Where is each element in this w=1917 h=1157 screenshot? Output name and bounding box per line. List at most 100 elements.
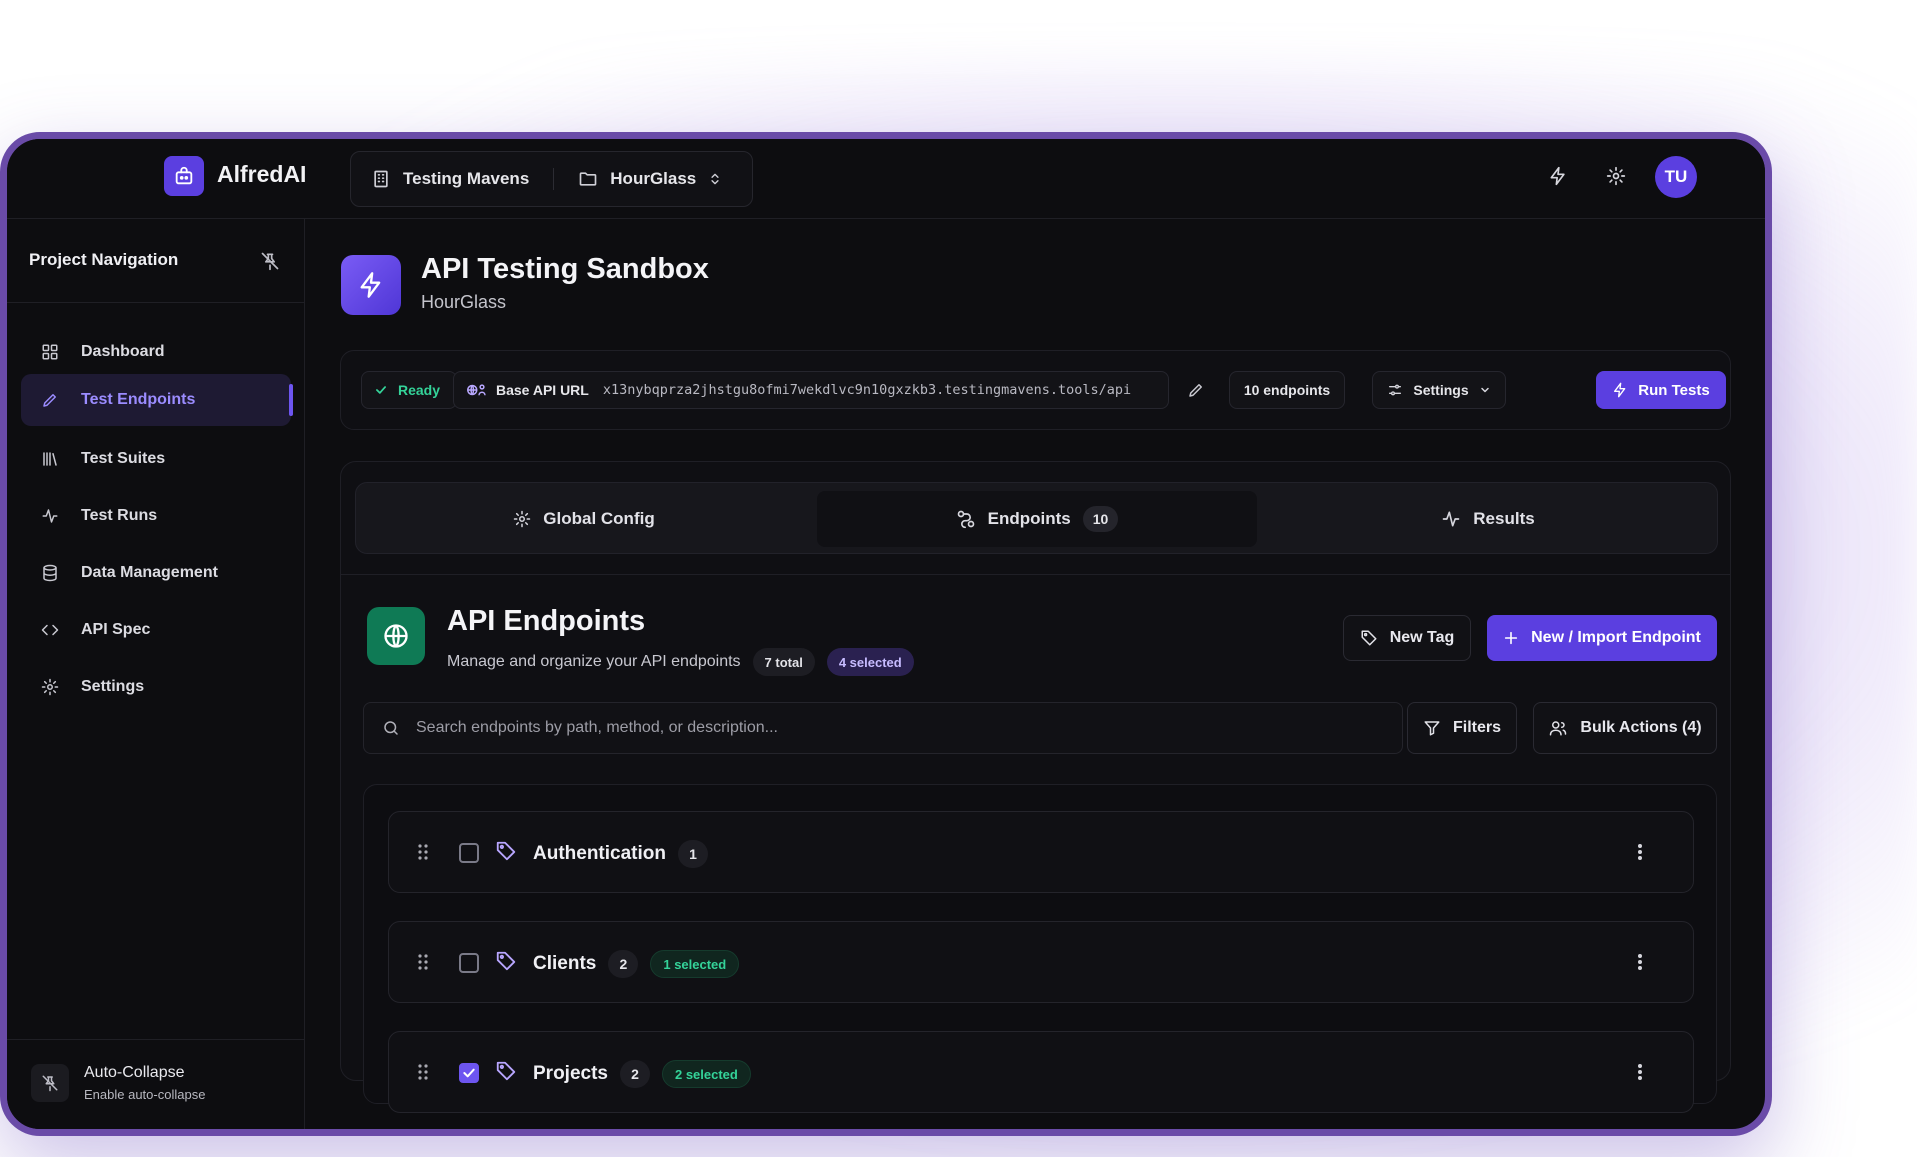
network-icon [466,381,486,399]
section-subtitle-row: Manage and organize your API endpoints 7… [447,648,914,676]
group-name-row: Clients 2 1 selected [533,950,740,978]
page-subtitle: HourGlass [421,292,507,312]
auto-collapse-subtitle: Enable auto-collapse [84,1087,206,1102]
grid-icon [41,343,59,361]
search-input[interactable] [416,719,1402,737]
pencil-icon [1187,381,1205,399]
sidebar-item-test-endpoints[interactable]: Test Endpoints [21,374,293,426]
filters-button[interactable]: Filters [1407,702,1517,754]
page-title: API Testing Sandbox [421,253,709,285]
project-name: HourGlass [610,169,697,188]
sidebar-item-data-management[interactable]: Data Management [21,547,291,599]
user-avatar[interactable]: TU [1655,156,1697,198]
group-row[interactable]: Authentication 1 [388,811,1694,893]
search-field [363,702,1403,754]
group-checkbox[interactable] [459,843,479,863]
settings-label: Settings [1413,382,1469,398]
auto-collapse-toggle[interactable] [31,1064,69,1102]
tab-results[interactable]: Results [1268,491,1708,547]
new-tag-button[interactable]: New Tag [1343,615,1471,661]
base-url-value: x13nybqprza2jhstgu8ofmi7wekdlvc9n10gxzkb… [602,382,1132,398]
drag-handle-icon[interactable] [417,952,429,972]
tab-endpoints[interactable]: Endpoints 10 [817,491,1257,547]
sidebar-item-label: API Spec [81,621,151,638]
project-selector[interactable]: HourGlass [578,169,722,189]
group-count: 1 [678,840,708,868]
sidebar-item-api-spec[interactable]: API Spec [21,604,291,656]
more-vertical-icon[interactable] [1637,842,1643,862]
group-name: Clients [533,953,597,974]
sidebar-header: Project Navigation [7,219,304,303]
more-vertical-icon[interactable] [1637,952,1643,972]
selected-badge: 4 selected [826,648,914,676]
group-row[interactable]: Projects 2 2 selected [388,1031,1694,1113]
sidebar-title: Project Navigation [29,250,179,269]
lightning-icon [341,255,401,315]
pencil-icon [41,391,59,409]
sidebar-item-test-suites[interactable]: Test Suites [21,433,291,485]
brand-name[interactable]: AlfredAI [217,161,306,188]
globe-icon [367,607,425,665]
sidebar-item-test-runs[interactable]: Test Runs [21,490,291,542]
edit-url-button[interactable] [1177,371,1215,409]
pin-off-icon [42,1075,58,1092]
search-icon [382,719,400,737]
ready-label: Ready [398,382,441,398]
library-icon [41,450,59,468]
check-icon [374,383,388,397]
pin-off-icon[interactable] [260,251,280,271]
base-url-field[interactable]: Base API URL x13nybqprza2jhstgu8ofmi7wek… [453,371,1169,409]
group-selected-badge: 2 selected [661,1060,751,1088]
sidebar-item-settings[interactable]: Settings [21,661,291,713]
settings-dropdown[interactable]: Settings [1372,371,1506,409]
drag-handle-icon[interactable] [417,1062,429,1082]
tab-global-config[interactable]: Global Config [364,491,804,547]
plus-icon [1503,630,1519,646]
code-icon [41,621,59,639]
total-badge: 7 total [752,648,815,676]
route-icon [956,509,976,529]
more-vertical-icon[interactable] [1637,1062,1643,1082]
tag-icon [1360,629,1378,647]
brand-logo-icon[interactable] [164,156,204,196]
bulk-actions-button[interactable]: Bulk Actions (4) [1533,702,1717,754]
sidebar-item-label: Test Runs [81,507,158,524]
check-icon [463,1068,475,1078]
status-bar: Ready Base API URL x13nybqprza2jhstgu8of… [340,350,1731,430]
bulk-actions-label: Bulk Actions (4) [1580,719,1702,736]
sliders-icon [1387,382,1403,398]
gear-icon [41,678,59,696]
filters-label: Filters [1452,719,1501,736]
group-row[interactable]: Clients 2 1 selected [388,921,1694,1003]
top-bar: AlfredAI Testing Mavens HourGlass TU [7,139,1765,219]
building-icon [371,169,391,189]
org-project-switcher: Testing Mavens HourGlass [350,151,753,207]
main-content: API Testing Sandbox HourGlass Ready Base… [305,219,1765,1129]
lightning-icon[interactable] [1543,161,1573,191]
org-selector[interactable]: Testing Mavens [371,169,529,189]
group-name-row: Projects 2 2 selected [533,1060,751,1088]
group-checkbox[interactable] [459,953,479,973]
app-window: AlfredAI Testing Mavens HourGlass TU Pro… [0,132,1772,1136]
tag-icon [495,1060,517,1082]
section-subtitle: Manage and organize your API endpoints [447,653,741,670]
tag-icon [495,840,517,862]
org-name: Testing Mavens [403,169,530,188]
group-name-row: Authentication 1 [533,840,708,868]
sidebar-item-dashboard[interactable]: Dashboard [21,326,291,378]
group-count: 2 [619,1060,650,1088]
sidebar-item-label: Test Endpoints [81,391,196,408]
filter-icon [1423,719,1441,737]
sidebar: Project Navigation Dashboard Test Endpoi… [7,219,305,1129]
folder-icon [578,169,598,189]
sidebar-footer: Auto-Collapse Enable auto-collapse [7,1039,304,1129]
gear-icon[interactable] [1601,161,1631,191]
group-name: Authentication [533,843,666,864]
drag-handle-icon[interactable] [417,842,429,862]
tab-bar: Global Config Endpoints 10 Results [355,482,1718,554]
new-import-endpoint-button[interactable]: New / Import Endpoint [1487,615,1717,661]
chevron-down-icon [1479,384,1491,396]
tab-label: Results [1473,509,1535,528]
group-checkbox[interactable] [459,1063,479,1083]
run-tests-button[interactable]: Run Tests [1596,371,1726,409]
